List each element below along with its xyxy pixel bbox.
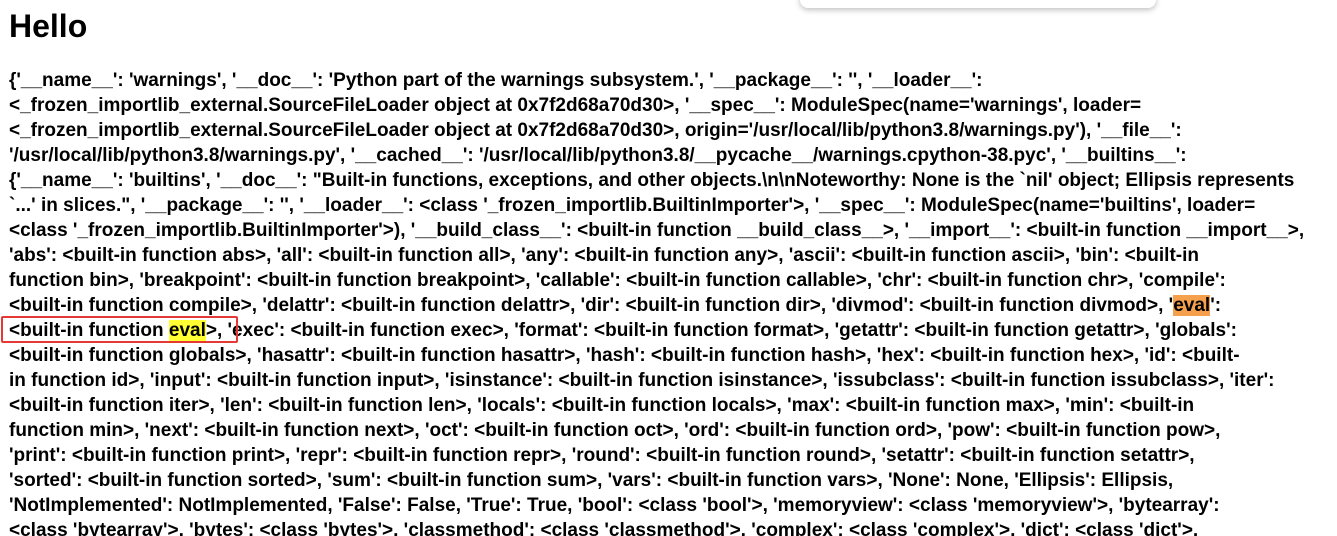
dump-line-16: 'print': <built-in function print>, 'rep… bbox=[9, 445, 1195, 466]
dump-line-8: 'abs': <built-in function abs>, 'all': <… bbox=[9, 245, 1199, 266]
dump-line-19: <class 'bytearray'>, 'bytes': <class 'by… bbox=[9, 520, 1199, 536]
dump-line-11-prefix: <built-in function bbox=[9, 320, 169, 341]
dump-line-12: <built-in function globals>, 'hasattr': … bbox=[9, 345, 1240, 366]
search-match-current: eval bbox=[1173, 295, 1211, 316]
dump-line-2: <_frozen_importlib_external.SourceFileLo… bbox=[9, 95, 1142, 116]
dump-line-13: in function id>, 'input': <built-in func… bbox=[9, 370, 1275, 391]
dump-line-10-prefix: <built-in function compile>, 'delattr': … bbox=[9, 295, 1174, 316]
dump-line-3: <_frozen_importlib_external.SourceFileLo… bbox=[9, 120, 1182, 141]
page-title: Hello bbox=[9, 8, 88, 44]
dump-line-10-suffix: ': bbox=[1210, 295, 1222, 316]
globals-dump-text: {'__name__': 'warnings', '__doc__': 'Pyt… bbox=[9, 68, 1337, 536]
search-match: eval bbox=[168, 320, 206, 341]
dump-line-6: `...' in slices.", '__package__': '', '_… bbox=[9, 195, 1256, 216]
find-bar-popup-edge bbox=[800, 0, 1156, 8]
dump-line-17: 'sorted': <built-in function sorted>, 's… bbox=[9, 470, 1174, 491]
dump-line-11-suffix: >, 'exec': <built-in function exec>, 'fo… bbox=[205, 320, 1237, 341]
dump-line-4: '/usr/local/lib/python3.8/warnings.py', … bbox=[9, 145, 1187, 166]
dump-line-18: 'NotImplemented': NotImplemented, 'False… bbox=[9, 495, 1220, 516]
dump-line-11: <built-in function eval>, 'exec': <built… bbox=[9, 318, 1337, 343]
dump-line-15: function min>, 'next': <built-in functio… bbox=[9, 420, 1221, 441]
dump-line-7: <class '_frozen_importlib.BuiltinImporte… bbox=[9, 220, 1305, 241]
dump-line-5: {'__name__': 'builtins', '__doc__': "Bui… bbox=[9, 170, 1295, 191]
dump-line-1: {'__name__': 'warnings', '__doc__': 'Pyt… bbox=[9, 70, 983, 91]
dump-line-14: <built-in function iter>, 'len': <built-… bbox=[9, 395, 1195, 416]
dump-line-9: function bin>, 'breakpoint': <built-in f… bbox=[9, 270, 1226, 291]
dump-line-10: <built-in function compile>, 'delattr': … bbox=[9, 293, 1337, 318]
